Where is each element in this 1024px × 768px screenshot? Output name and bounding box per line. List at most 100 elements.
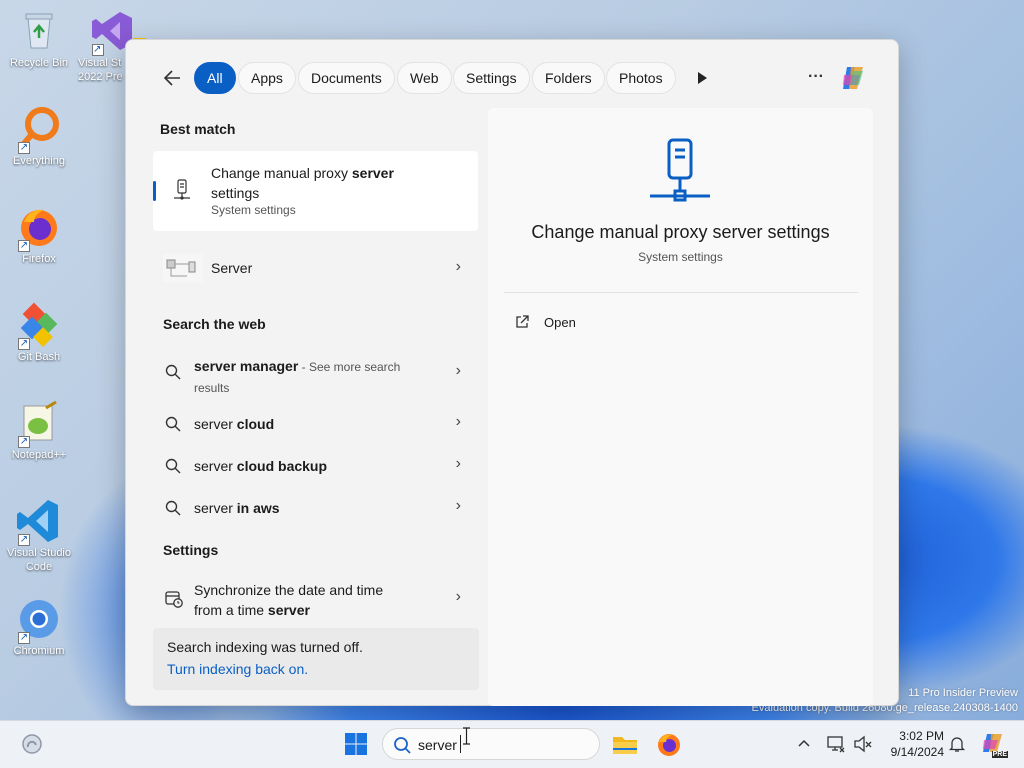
desktop-icon-vscode[interactable]: ↗ Visual Studio Code — [0, 498, 78, 574]
desktop-icon-label: Recycle Bin — [9, 57, 69, 69]
selection-indicator — [153, 181, 156, 201]
shortcut-arrow-icon: ↗ — [18, 436, 30, 448]
web-result-server-cloud[interactable]: server cloud › — [153, 412, 479, 436]
clock-button[interactable]: 3:02 PM 9/14/2024 — [880, 728, 944, 762]
web-result-prefix: server — [194, 500, 237, 516]
best-match-title-prefix: Change manual proxy — [211, 165, 352, 181]
taskbar-firefox[interactable] — [656, 732, 682, 763]
web-result-bold: server manager — [194, 358, 299, 374]
notepad-plus-plus-icon: ↗ — [16, 400, 62, 448]
web-result-bold: in aws — [236, 500, 280, 516]
web-result-rest: - See more search — [298, 360, 401, 374]
settings-result-line1: Synchronize the date and time — [194, 582, 384, 598]
back-arrow-icon — [163, 70, 180, 86]
back-button[interactable] — [160, 66, 186, 90]
search-icon — [165, 500, 181, 516]
desktop-icon-label: Chromium — [13, 645, 65, 657]
network-button[interactable] — [826, 734, 846, 754]
web-result-server-in-aws[interactable]: server in aws › — [153, 496, 479, 520]
desktop-icon-chromium[interactable]: ↗ Chromium — [0, 596, 78, 658]
turn-indexing-on-link[interactable]: Turn indexing back on. — [167, 661, 308, 677]
web-result-server-cloud-backup[interactable]: server cloud backup › — [153, 454, 479, 478]
shortcut-arrow-icon: ↗ — [18, 632, 30, 644]
desktop-icon-label: Visual Studio Code — [6, 547, 71, 573]
filter-all[interactable]: All — [194, 62, 236, 94]
open-external-icon — [516, 315, 529, 328]
taskbar-search-box[interactable]: server — [382, 728, 600, 760]
open-button[interactable]: Open — [512, 312, 632, 336]
best-match-result[interactable]: Change manual proxy server settings Syst… — [153, 151, 478, 231]
network-icon — [827, 736, 845, 753]
chevron-up-icon — [798, 739, 810, 747]
widgets-icon — [22, 734, 42, 754]
everything-icon: ↗ — [16, 106, 62, 154]
chevron-right-icon: › — [455, 258, 461, 275]
taskbar-file-explorer[interactable] — [612, 732, 638, 761]
bell-icon — [948, 737, 966, 752]
app-result-server[interactable]: Server › — [153, 248, 479, 288]
search-input[interactable]: server — [418, 737, 457, 753]
desktop-icon-label: Git Bash — [17, 351, 61, 363]
desktop-icon-everything[interactable]: ↗ Everything — [0, 106, 78, 168]
open-label: Open — [544, 315, 576, 330]
best-match-subtitle: System settings — [211, 203, 296, 217]
desktop-icon-label: Everything — [13, 155, 65, 167]
clock-date: 9/14/2024 — [890, 745, 944, 759]
web-result-prefix: server — [194, 458, 237, 474]
search-icon — [165, 458, 181, 474]
volume-button[interactable] — [853, 734, 873, 754]
notifications-button[interactable] — [948, 735, 966, 753]
clock-time: 3:02 PM — [899, 729, 944, 743]
settings-result-line2-prefix: from a time — [194, 602, 268, 618]
play-arrow-icon — [698, 72, 707, 84]
i-beam-cursor-icon — [462, 727, 471, 745]
shortcut-arrow-icon: ↗ — [18, 338, 30, 350]
windows-logo-icon — [345, 733, 367, 755]
desktop-icon-recycle-bin[interactable]: Recycle Bin — [0, 8, 78, 70]
filter-settings[interactable]: Settings — [453, 62, 530, 94]
web-result-server-manager[interactable]: server manager - See more search results… — [153, 352, 479, 396]
web-result-rest2: results — [194, 381, 230, 395]
weather-widget-button[interactable] — [20, 732, 46, 761]
folder-icon — [613, 737, 637, 754]
desktop-icon-git-bash[interactable]: ↗ Git Bash — [0, 302, 78, 364]
shortcut-arrow-icon: ↗ — [18, 142, 30, 154]
chevron-right-icon: › — [455, 413, 461, 430]
search-icon — [165, 364, 181, 380]
preview-title: Change manual proxy server settings — [531, 222, 830, 242]
show-hidden-icons-button[interactable] — [796, 736, 812, 752]
firefox-icon: ↗ — [16, 204, 62, 252]
settings-result-line2-bold: server — [267, 602, 310, 618]
filter-apps[interactable]: Apps — [238, 62, 296, 94]
more-filters-button[interactable] — [690, 66, 714, 90]
best-match-heading: Best match — [160, 121, 236, 137]
indexing-notice-text: Search indexing was turned off. — [167, 639, 363, 655]
settings-result-sync-time[interactable]: Synchronize the date and time from a tim… — [153, 578, 479, 622]
text-cursor — [460, 735, 461, 753]
indexing-notice-box: Search indexing was turned off. Turn ind… — [153, 628, 479, 690]
filter-folders[interactable]: Folders — [532, 62, 605, 94]
desktop-icon-notepad-plus-plus[interactable]: ↗ Notepad++ — [0, 400, 78, 462]
server-app-icon — [163, 254, 203, 282]
web-result-bold: cloud backup — [236, 458, 328, 474]
filter-web[interactable]: Web — [397, 62, 452, 94]
chevron-right-icon: › — [455, 455, 461, 472]
filter-photos[interactable]: Photos — [606, 62, 676, 94]
chevron-right-icon: › — [455, 497, 461, 514]
proxy-server-large-icon — [650, 138, 710, 202]
search-the-web-heading: Search the web — [163, 316, 266, 332]
shortcut-arrow-icon: ↗ — [18, 240, 30, 252]
volume-muted-icon — [854, 735, 872, 753]
chevron-right-icon: › — [455, 362, 461, 379]
best-match-title-bold: server — [351, 165, 394, 181]
copilot-taskbar-button[interactable]: PRE — [980, 731, 1008, 758]
desktop-icon-firefox[interactable]: ↗ Firefox — [0, 204, 78, 266]
more-options-button[interactable]: ··· — [804, 66, 828, 90]
settings-heading: Settings — [163, 542, 219, 558]
copilot-button[interactable] — [838, 63, 868, 93]
preview-pane: Change manual proxy server settings Syst… — [488, 108, 873, 706]
filter-documents[interactable]: Documents — [298, 62, 395, 94]
search-icon — [394, 737, 411, 754]
start-button[interactable] — [344, 732, 368, 761]
chevron-right-icon: › — [455, 588, 461, 605]
